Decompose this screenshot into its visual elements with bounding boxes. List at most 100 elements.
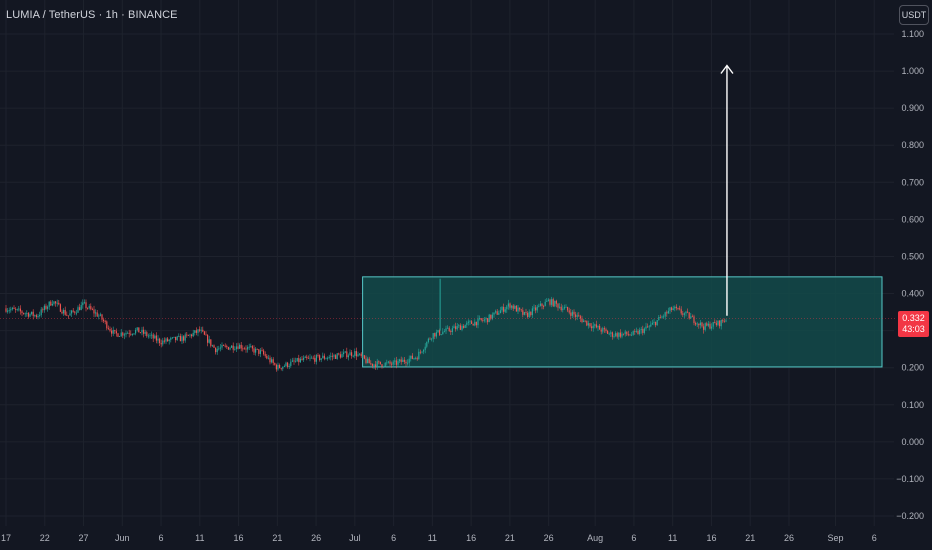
candle-body xyxy=(643,328,645,333)
candle-body xyxy=(104,321,106,322)
candle-body xyxy=(259,350,261,354)
candle-body xyxy=(239,344,241,349)
time-tick-label: 6 xyxy=(872,533,877,543)
candle-body xyxy=(258,349,260,354)
candle-body xyxy=(243,348,245,350)
candle-body xyxy=(704,323,706,330)
candle-body xyxy=(432,333,434,339)
time-tick-label: 17 xyxy=(1,533,11,543)
price-chart[interactable]: 1.100 1.000 0.900 0.800 0.700 0.600 0.500 0.400… xyxy=(0,0,932,550)
candle-body xyxy=(607,330,609,334)
candle-body xyxy=(383,366,385,368)
candle-body xyxy=(362,355,364,357)
price-tick-label: 0.900 xyxy=(901,103,924,113)
candle-body xyxy=(117,333,119,337)
candle-body xyxy=(549,299,551,305)
candle-body xyxy=(627,334,629,336)
candle-body xyxy=(69,313,71,316)
candle-body xyxy=(632,331,634,335)
candle-body xyxy=(266,355,268,359)
candle-body xyxy=(520,309,522,311)
candle-body xyxy=(59,304,61,312)
time-tick-label: Aug xyxy=(587,533,603,543)
candle-body xyxy=(685,311,687,314)
candle-body xyxy=(275,364,277,370)
time-tick-label: Jun xyxy=(115,533,130,543)
candle-body xyxy=(114,329,116,332)
candle-body xyxy=(176,336,178,341)
candle-body xyxy=(368,358,370,364)
candle-body xyxy=(392,361,394,365)
candle-body xyxy=(688,312,690,319)
candle-body xyxy=(699,322,701,326)
time-tick-label: 22 xyxy=(40,533,50,543)
candle-body xyxy=(45,305,47,309)
candle-body xyxy=(269,357,271,363)
candle-body xyxy=(645,326,647,329)
candle-body xyxy=(43,305,45,311)
candle-body xyxy=(459,325,461,330)
candle-body xyxy=(35,315,37,318)
candle-body xyxy=(351,352,353,356)
candle-body xyxy=(717,320,719,325)
candle-body xyxy=(571,311,573,316)
candle-body xyxy=(487,318,489,323)
candle-body xyxy=(661,316,663,318)
candle-body xyxy=(88,306,90,309)
candle-body xyxy=(39,315,41,316)
candle-body xyxy=(232,345,234,350)
candle-body xyxy=(701,322,703,327)
price-tick-label: 1.000 xyxy=(901,66,924,76)
candle-body xyxy=(115,331,117,334)
candle-body xyxy=(160,343,162,345)
candle-body xyxy=(477,318,479,326)
candle-body xyxy=(16,308,18,310)
candle-body xyxy=(311,357,313,359)
candle-body xyxy=(341,354,343,358)
candle-body xyxy=(618,332,620,337)
candle-body xyxy=(285,362,287,367)
candle-body xyxy=(253,348,255,353)
candle-body xyxy=(450,330,452,333)
candle-body xyxy=(24,313,26,315)
candle-body xyxy=(381,364,383,367)
candle-body xyxy=(434,333,436,337)
candle-body xyxy=(151,334,153,336)
candle-body xyxy=(469,321,471,323)
candle-body xyxy=(154,335,156,339)
time-tick-label: 6 xyxy=(631,533,636,543)
candle-body xyxy=(595,324,597,328)
candle-body xyxy=(519,307,521,310)
candle-body xyxy=(616,333,618,337)
time-tick-label: 6 xyxy=(391,533,396,543)
candle-body xyxy=(274,363,276,365)
candle-body xyxy=(698,323,700,326)
candle-body xyxy=(106,321,108,329)
candle-body xyxy=(552,299,554,307)
candle-body xyxy=(592,325,594,329)
time-tick-label: 26 xyxy=(544,533,554,543)
candle-body xyxy=(290,361,292,366)
currency-button[interactable]: USDT xyxy=(899,5,929,25)
candle-body xyxy=(162,340,164,345)
chart-window[interactable]: 1.100 1.000 0.900 0.800 0.700 0.600 0.500 0.400… xyxy=(0,0,932,550)
candle-body xyxy=(370,363,372,365)
candle-body xyxy=(405,361,407,364)
time-tick-label: 26 xyxy=(311,533,321,543)
candle-body xyxy=(440,334,442,336)
candle-body xyxy=(474,321,476,326)
candle-body xyxy=(621,333,623,337)
candle-body xyxy=(651,322,653,325)
candle-body xyxy=(403,359,405,362)
candle-body xyxy=(648,326,650,328)
candle-body xyxy=(31,311,33,315)
candle-body xyxy=(411,355,413,359)
ticker-title[interactable]: LUMIA / TetherUS · 1h · BINANCE xyxy=(6,9,178,21)
price-tick-label: 0.800 xyxy=(901,140,924,150)
candle-body xyxy=(136,327,138,330)
candle-body xyxy=(186,334,188,336)
candle-body xyxy=(192,332,194,337)
candle-body xyxy=(280,367,282,369)
candle-body xyxy=(594,324,596,326)
candle-body xyxy=(682,313,684,315)
